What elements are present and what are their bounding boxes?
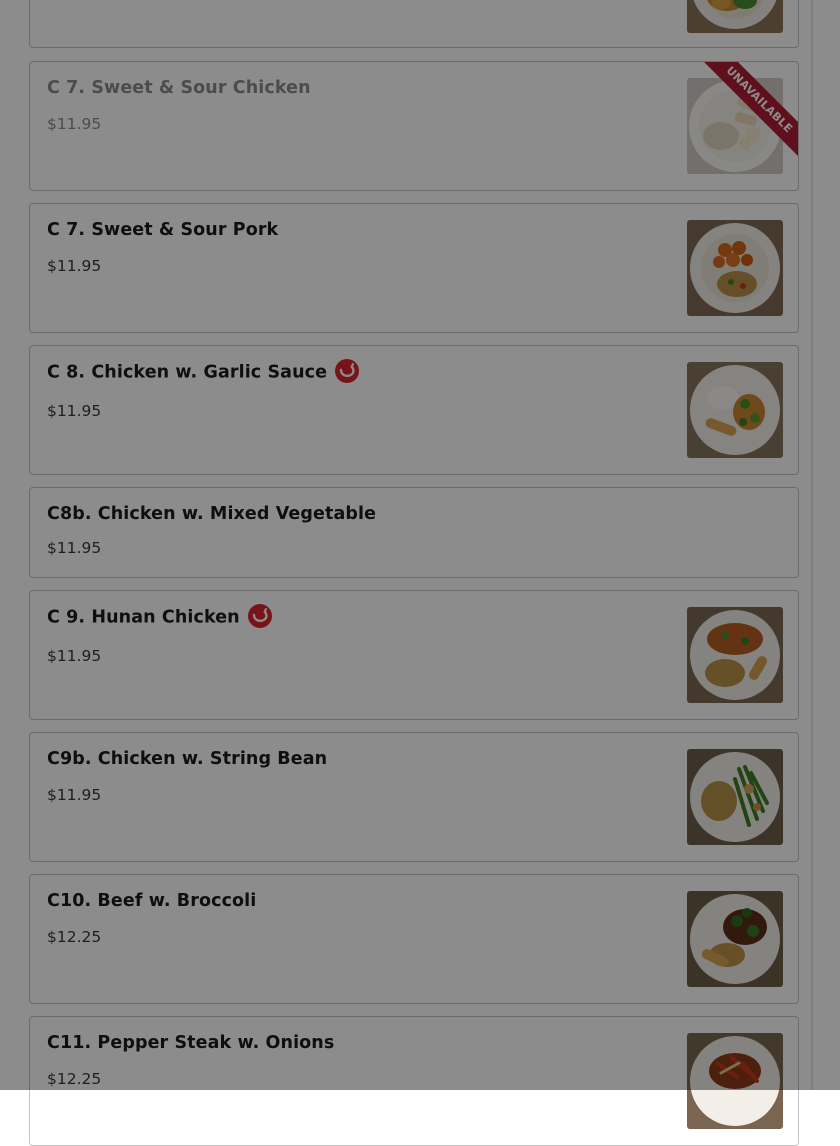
menu-item-card[interactable] [29,0,799,48]
unavailable-ribbon: UNAVAILABLE [704,62,798,156]
modal-edge [811,0,813,1090]
dish-photo [687,0,783,33]
menu-item-price: $11.95 [47,115,102,133]
menu-item-name: C 7. Sweet & Sour Pork [47,220,279,240]
dish-photo [687,891,783,987]
menu-item-name: C10. Beef w. Broccoli [47,891,257,911]
menu-item-card[interactable]: C8b. Chicken w. Mixed Vegetable $11.95 [29,487,799,578]
menu-item-price: $11.95 [47,539,102,557]
dish-photo [687,749,783,845]
menu-item-price: $11.95 [47,402,102,420]
menu-item-price: $11.95 [47,257,102,275]
spicy-icon [335,359,360,383]
menu-item-card[interactable]: C 8. Chicken w. Garlic Sauce $11.95 [29,345,799,475]
menu-item-name-text: C 9. Hunan Chicken [47,607,240,628]
menu-item-price: $12.25 [47,1070,102,1088]
menu-item-card[interactable]: C9b. Chicken w. String Bean $11.95 [29,732,799,862]
menu-item-price: $11.95 [47,647,102,665]
menu-item-card[interactable]: C10. Beef w. Broccoli $12.25 [29,874,799,1004]
menu-item-name: C 9. Hunan Chicken [47,604,272,628]
menu-item-list: C 7. Sweet & Sour Chicken $11.95 UNAVAIL… [0,0,840,1146]
dish-photo [687,607,783,703]
dish-photo [687,1033,783,1129]
menu-item-price: $12.25 [47,928,102,946]
dish-photo [687,362,783,458]
menu-item-name: C8b. Chicken w. Mixed Vegetable [47,504,377,524]
menu-item-name: C9b. Chicken w. String Bean [47,749,328,769]
unavailable-badge: UNAVAILABLE [704,62,798,156]
menu-item-price: $11.95 [47,786,102,804]
menu-item-name: C 7. Sweet & Sour Chicken [47,78,311,98]
menu-item-name: C11. Pepper Steak w. Onions [47,1033,335,1053]
dish-photo [687,220,783,316]
menu-item-name: C 8. Chicken w. Garlic Sauce [47,359,360,383]
menu-item-name-text: C 8. Chicken w. Garlic Sauce [47,362,328,383]
menu-item-card[interactable]: C 7. Sweet & Sour Chicken $11.95 UNAVAIL… [29,61,799,191]
menu-item-card[interactable]: C 9. Hunan Chicken $11.95 [29,590,799,720]
menu-item-card[interactable]: C11. Pepper Steak w. Onions $12.25 [29,1016,799,1146]
menu-item-card[interactable]: C 7. Sweet & Sour Pork $11.95 [29,203,799,333]
spicy-icon [247,604,272,628]
